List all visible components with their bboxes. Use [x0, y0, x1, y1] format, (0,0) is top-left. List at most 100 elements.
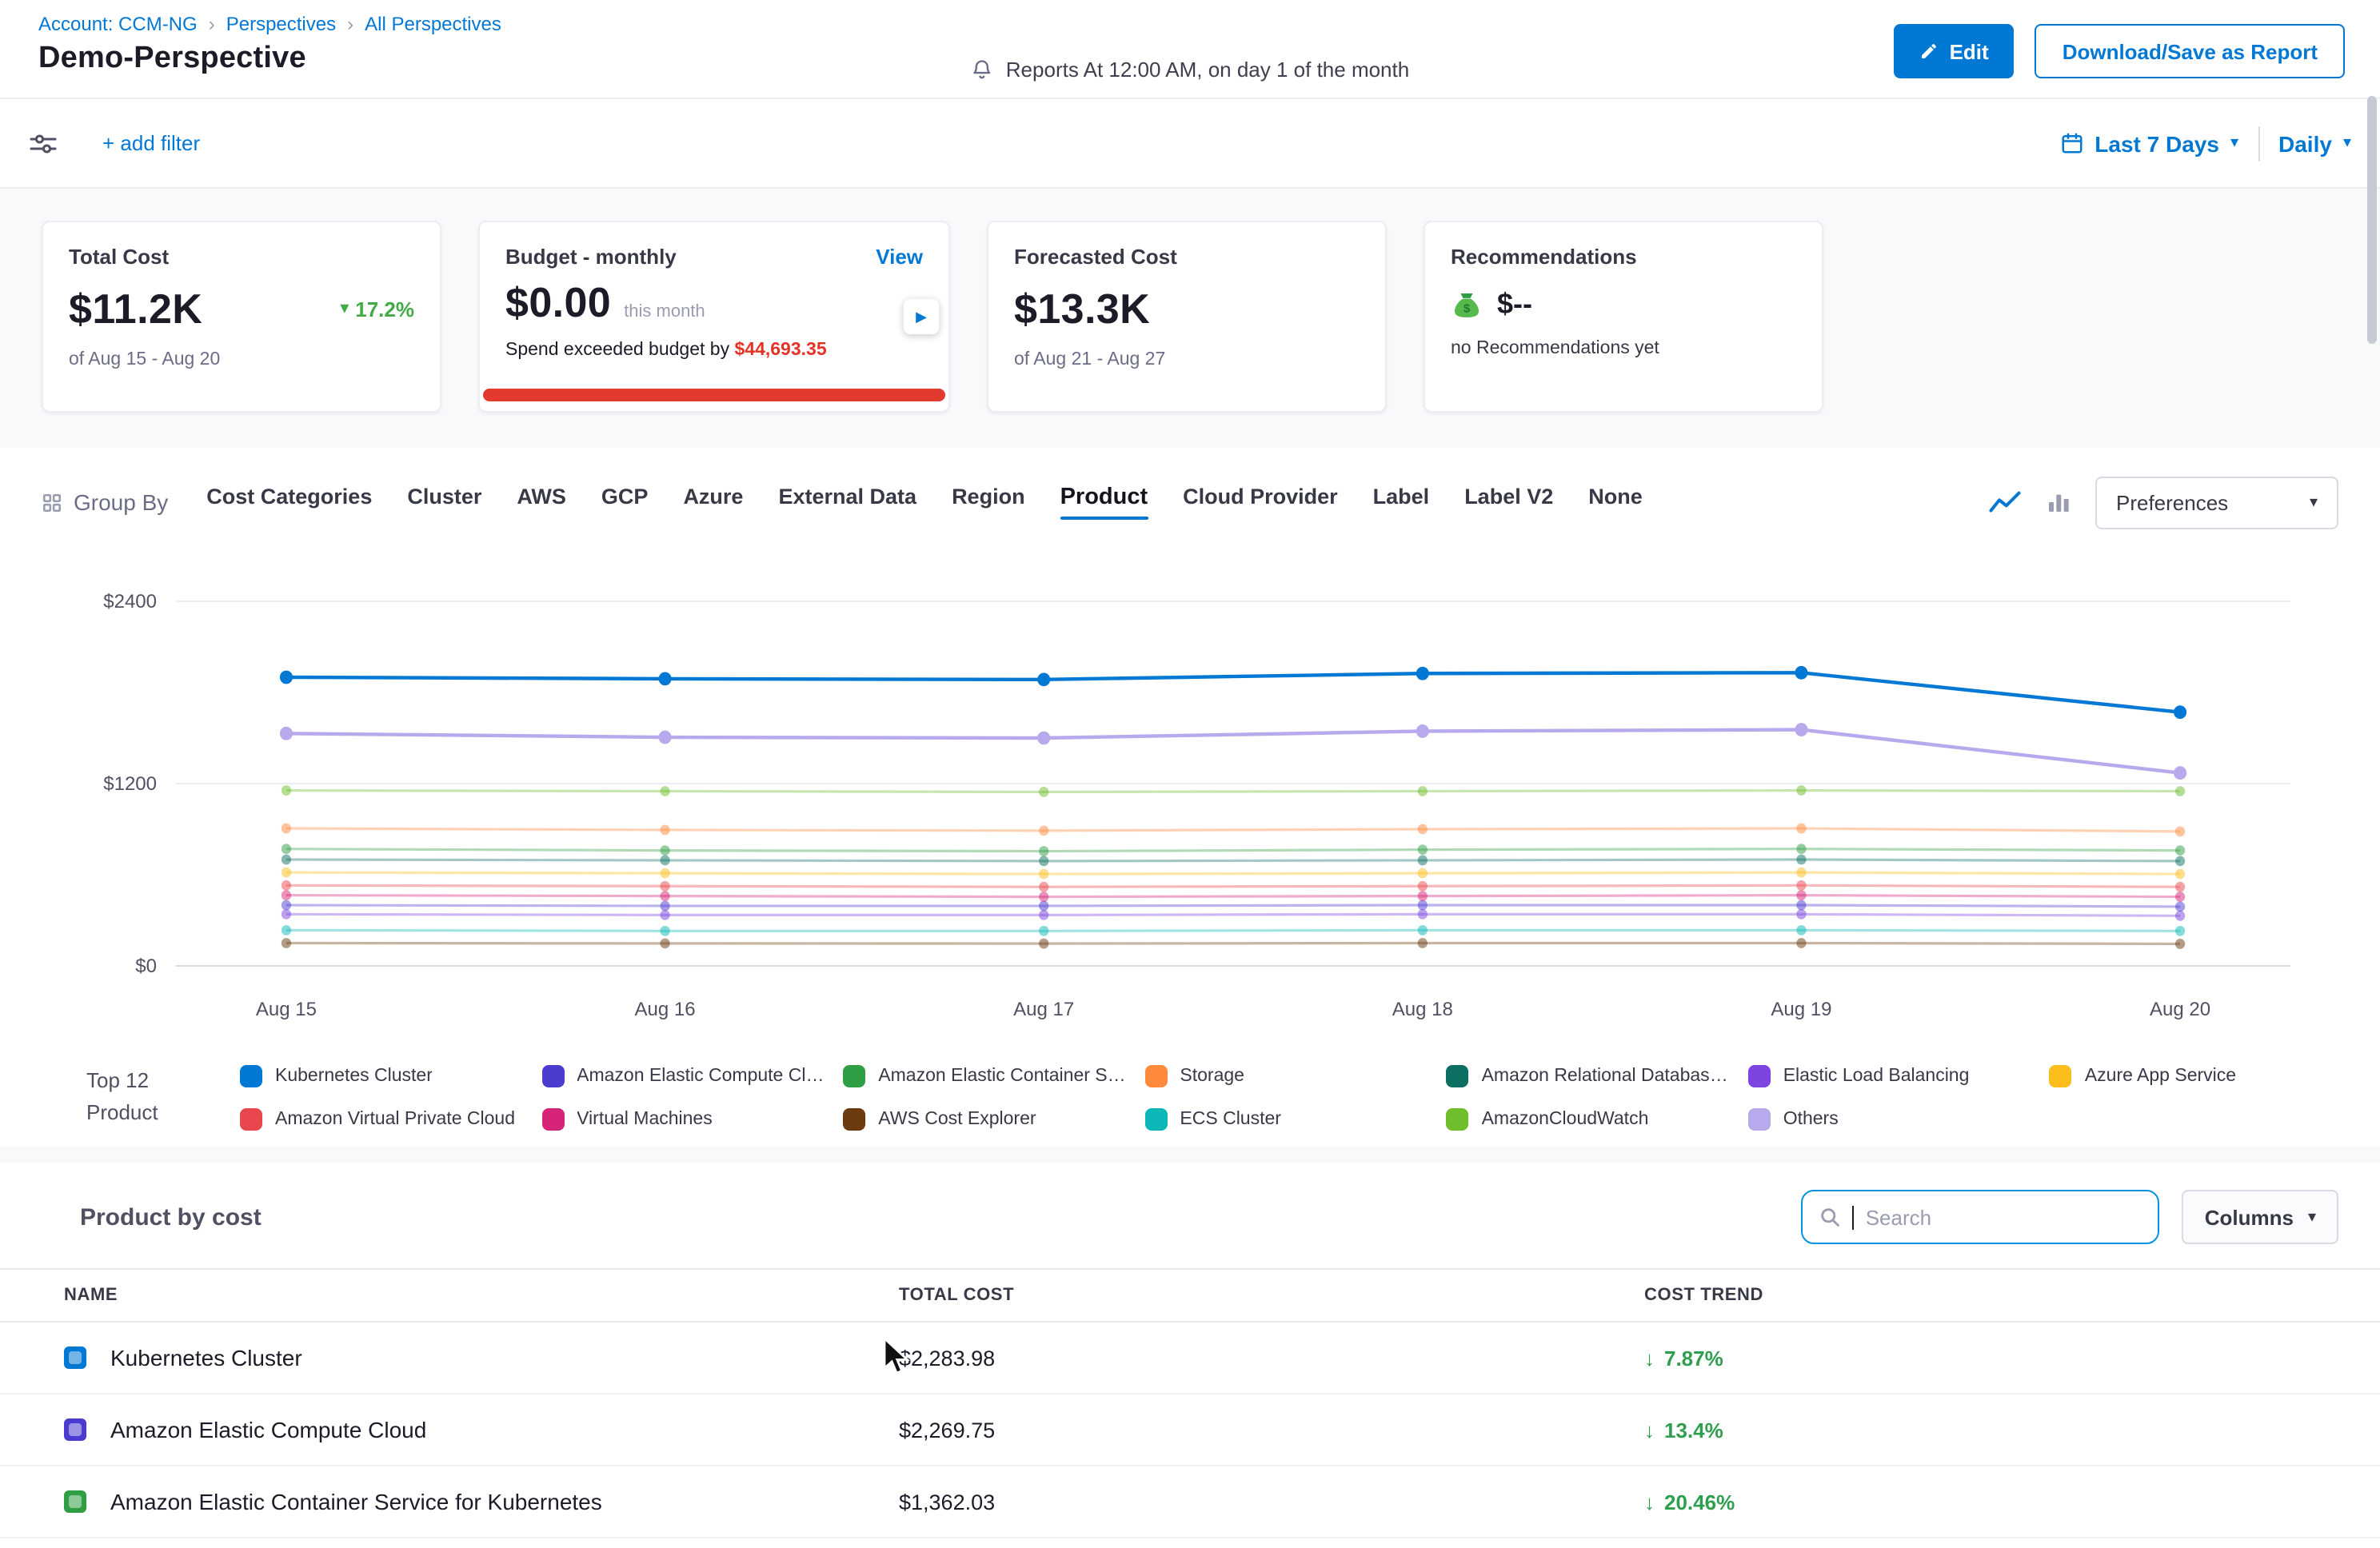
legend-item[interactable]: Elastic Load Balancing: [1748, 1065, 2037, 1087]
page-header: Account: CCM-NG›Perspectives›All Perspec…: [0, 0, 2380, 99]
line-chart-toggle-icon[interactable]: [1988, 489, 2022, 515]
recommendations-value: $--: [1497, 288, 1532, 321]
recommendations-card: Recommendations $ $-- no Recommendations…: [1424, 221, 1823, 413]
table-row[interactable]: Kubernetes Cluster$2,283.98↓7.87%: [0, 1323, 2380, 1394]
legend-swatch: [1748, 1108, 1771, 1131]
legend-label: Amazon Elastic Container Se...: [878, 1067, 1132, 1086]
y-axis-label: $0: [135, 955, 157, 977]
download-save-report-button[interactable]: Download/Save as Report: [2035, 24, 2345, 78]
chevron-down-icon: ▾: [2310, 493, 2318, 511]
time-controls: Last 7 Days ▾ Daily ▾: [2059, 126, 2351, 161]
total-cost-card: Total Cost $11.2K ▾ 17.2% of Aug 15 - Au…: [42, 221, 441, 413]
granularity-picker[interactable]: Daily ▾: [2278, 130, 2351, 156]
chart-section: Group By Cost CategoriesClusterAWSGCPAzu…: [0, 448, 2380, 1147]
pencil-icon: [1919, 42, 1939, 61]
tab-label[interactable]: Label: [1373, 485, 1430, 518]
tab-azure[interactable]: Azure: [683, 485, 743, 518]
edit-button[interactable]: Edit: [1894, 24, 2015, 78]
budget-next-button[interactable]: ▶: [904, 299, 939, 334]
x-axis-label: Aug 20: [2150, 998, 2210, 1020]
legend-label: Azure App Service: [2085, 1067, 2236, 1086]
breadcrumb-link[interactable]: Perspectives: [226, 13, 336, 35]
tab-product[interactable]: Product: [1060, 485, 1148, 520]
col-header-cost-trend[interactable]: COST TREND: [1644, 1286, 2380, 1305]
total-cost-delta: ▾ 17.2%: [340, 297, 414, 321]
row-name-cell: Amazon Elastic Container Service for Kub…: [64, 1489, 899, 1514]
legend-item[interactable]: Virtual Machines: [541, 1108, 830, 1131]
table-row[interactable]: Amazon Elastic Container Service for Kub…: [0, 1466, 2380, 1538]
legend-label: AmazonCloudWatch: [1482, 1110, 1649, 1129]
row-product-name: Kubernetes Cluster: [110, 1345, 302, 1370]
budget-card: Budget - monthly View $0.00 this month S…: [478, 221, 950, 413]
row-total-cost: $2,269.75: [899, 1418, 1644, 1442]
chart-plot-area[interactable]: $2400$1200$0: [176, 585, 2290, 985]
legend-item[interactable]: Amazon Elastic Container Se...: [843, 1065, 1132, 1087]
budget-exceeded-prefix: Spend exceeded budget by: [505, 341, 729, 360]
tab-gcp[interactable]: GCP: [601, 485, 649, 518]
breadcrumb-link[interactable]: Account: CCM-NG: [38, 13, 198, 35]
group-by-row: Group By Cost CategoriesClusterAWSGCPAzu…: [42, 477, 2338, 528]
budget-view-link[interactable]: View: [876, 245, 923, 269]
legend-item[interactable]: Amazon Virtual Private Cloud: [240, 1108, 529, 1131]
x-axis-label: Aug 19: [1771, 998, 1831, 1020]
col-header-name[interactable]: NAME: [64, 1286, 899, 1305]
legend-swatch: [1748, 1065, 1771, 1087]
tab-label-v2[interactable]: Label V2: [1464, 485, 1553, 518]
date-range-label: Last 7 Days: [2094, 130, 2219, 156]
legend-label: Elastic Load Balancing: [1783, 1067, 1970, 1086]
edit-button-label: Edit: [1950, 39, 1989, 63]
summary-cards: Total Cost $11.2K ▾ 17.2% of Aug 15 - Au…: [0, 189, 2380, 448]
preferences-button[interactable]: Preferences ▾: [2095, 476, 2338, 529]
recommendations-note: no Recommendations yet: [1451, 339, 1796, 358]
legend-item[interactable]: Storage: [1144, 1065, 1433, 1087]
chevron-down-icon: ▾: [2230, 135, 2238, 151]
legend-swatch: [541, 1108, 564, 1131]
row-product-name: Amazon Elastic Container Service for Kub…: [110, 1489, 602, 1514]
x-axis-label: Aug 17: [1013, 998, 1074, 1020]
text-cursor: [1853, 1205, 1855, 1229]
legend-swatch: [240, 1108, 262, 1131]
legend-item[interactable]: Amazon Relational Database ...: [1447, 1065, 1735, 1087]
legend-swatch: [1447, 1065, 1469, 1087]
legend-item[interactable]: AmazonCloudWatch: [1447, 1108, 1735, 1131]
legend-title-line1: Top 12: [86, 1065, 192, 1097]
row-cost-trend: ↓20.46%: [1644, 1490, 2380, 1514]
legend-label: Amazon Relational Database ...: [1482, 1067, 1735, 1086]
scrollbar-thumb[interactable]: [2367, 96, 2377, 344]
date-range-picker[interactable]: Last 7 Days ▾: [2059, 130, 2238, 156]
legend-item[interactable]: ECS Cluster: [1144, 1108, 1433, 1131]
legend-item[interactable]: Azure App Service: [2050, 1065, 2338, 1087]
budget-value: $0.00: [505, 278, 611, 328]
tab-none[interactable]: None: [1588, 485, 1643, 518]
legend-item[interactable]: Others: [1748, 1108, 2037, 1131]
columns-button[interactable]: Columns ▾: [2182, 1190, 2338, 1244]
tab-region[interactable]: Region: [952, 485, 1025, 518]
add-filter-button[interactable]: + add filter: [102, 131, 200, 155]
tab-cost-categories[interactable]: Cost Categories: [206, 485, 372, 518]
row-color-swatch: [64, 1347, 86, 1369]
budget-progress-bar: [483, 389, 945, 401]
tab-aws[interactable]: AWS: [517, 485, 566, 518]
legend-item[interactable]: Kubernetes Cluster: [240, 1065, 529, 1087]
legend-label: Amazon Elastic Compute Clo...: [577, 1067, 830, 1086]
tab-cluster[interactable]: Cluster: [407, 485, 481, 518]
search-input[interactable]: Search: [1802, 1190, 2160, 1244]
product-table-section: Product by cost Search Columns ▾ NAME TO: [0, 1163, 2380, 1538]
y-axis-label: $2400: [103, 590, 157, 612]
legend-item[interactable]: AWS Cost Explorer: [843, 1108, 1132, 1131]
legend-swatch: [1144, 1108, 1167, 1131]
filter-sliders-icon[interactable]: [29, 130, 58, 156]
tab-external-data[interactable]: External Data: [778, 485, 916, 518]
legend-item[interactable]: Amazon Elastic Compute Clo...: [541, 1065, 830, 1087]
table-row[interactable]: Amazon Elastic Compute Cloud$2,269.75↓13…: [0, 1394, 2380, 1466]
legend-label: Kubernetes Cluster: [275, 1067, 433, 1086]
bar-chart-toggle-icon[interactable]: [2046, 489, 2071, 515]
reports-schedule-text: Reports At 12:00 AM, on day 1 of the mon…: [1006, 58, 1409, 82]
row-cost-trend: ↓13.4%: [1644, 1418, 2380, 1442]
tab-cloud-provider[interactable]: Cloud Provider: [1183, 485, 1338, 518]
reports-schedule: Reports At 12:00 AM, on day 1 of the mon…: [971, 58, 1409, 82]
breadcrumb-link[interactable]: All Perspectives: [365, 13, 501, 35]
columns-button-label: Columns: [2205, 1205, 2294, 1229]
col-header-total-cost[interactable]: TOTAL COST: [899, 1286, 1644, 1305]
trend-percent: 20.46%: [1664, 1490, 1735, 1514]
